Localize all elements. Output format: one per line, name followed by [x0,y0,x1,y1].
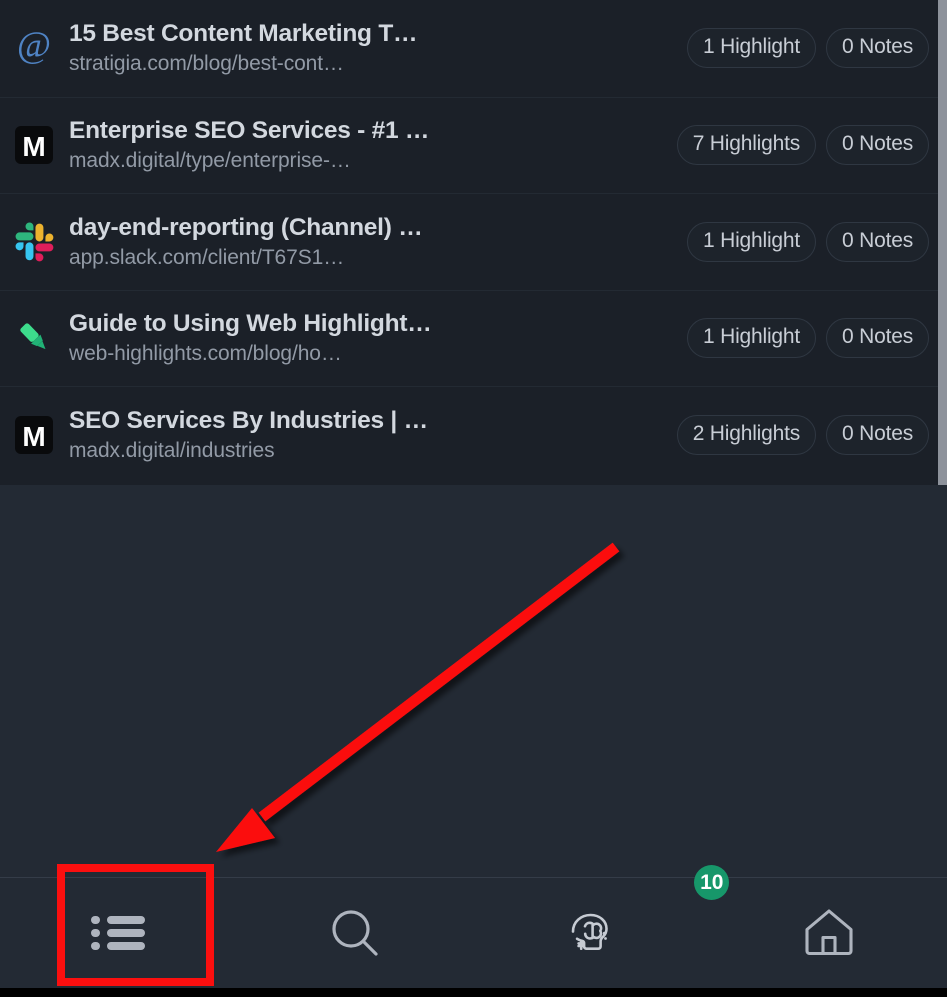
list-item-url: app.slack.com/client/T67S1… [69,245,345,269]
highlights-badge[interactable]: 1 Highlight [686,318,817,359]
search-tab[interactable] [237,878,474,989]
notes-badge[interactable]: 0 Notes [826,318,929,359]
highlights-badge[interactable]: 1 Highlight [686,221,817,262]
notes-badge[interactable]: 0 Notes [826,221,929,262]
app-root: @ 15 Best Content Marketing T… stratigia… [0,0,947,997]
slack-icon [10,218,58,266]
madx-m-icon: M [10,411,58,459]
list-item-title: SEO Services By Industries | … [69,406,428,434]
list-item-text-block: SEO Services By Industries | … madx.digi… [69,407,677,463]
list-item-badges: 1 Highlight 0 Notes [686,318,929,359]
highlights-badge[interactable]: 1 Highlight [686,28,817,69]
home-icon [800,905,858,961]
list-view-tab[interactable] [0,878,237,989]
madx-m-icon: M [10,121,58,169]
list-item-text-block: 15 Best Content Marketing T… stratigia.c… [69,20,687,76]
list-item-title: Enterprise SEO Services - #1 … [69,117,430,145]
list-item-url: web-highlights.com/blog/ho… [69,342,342,366]
list-item-title: day-end-reporting (Channel) … [69,213,423,241]
list-item[interactable]: M Enterprise SEO Services - #1 … madx.di… [0,96,947,193]
notes-badge[interactable]: 0 Notes [826,125,929,166]
brain-head-icon [564,905,620,961]
highlights-badge[interactable]: 7 Highlights [676,125,817,166]
bookmark-list[interactable]: @ 15 Best Content Marketing T… stratigia… [0,0,947,485]
home-tab[interactable] [710,878,947,989]
highlighter-marker-icon [10,314,58,362]
memory-tab[interactable]: 10 [474,864,730,989]
bottom-navigation-bar: 10 [0,864,947,989]
notes-badge[interactable]: 0 Notes [826,28,929,69]
list-item[interactable]: @ 15 Best Content Marketing T… stratigia… [0,0,947,97]
at-sign-icon: @ [10,24,58,72]
svg-text:M: M [22,421,45,452]
list-item-badges: 1 Highlight 0 Notes [686,28,929,69]
list-item-badges: 7 Highlights 0 Notes [676,125,929,166]
svg-text:@: @ [17,26,51,66]
list-item-text-block: Enterprise SEO Services - #1 … madx.digi… [69,117,677,173]
list-item-title: Guide to Using Web Highlight… [69,310,432,338]
content-area [0,485,947,877]
notes-badge[interactable]: 0 Notes [826,414,929,455]
list-item-url: stratigia.com/blog/best-cont… [69,52,344,76]
list-item[interactable]: day-end-reporting (Channel) … app.slack.… [0,193,947,290]
search-icon [326,904,384,962]
highlights-badge[interactable]: 2 Highlights [676,414,817,455]
list-item-badges: 1 Highlight 0 Notes [686,221,929,262]
list-item[interactable]: Guide to Using Web Highlight… web-highli… [0,289,947,386]
list-item-url: madx.digital/type/enterprise-… [69,149,351,173]
bottom-black-strip [0,988,947,997]
list-item-url: madx.digital/industries [69,438,275,462]
svg-text:M: M [22,131,45,162]
list-item-text-block: day-end-reporting (Channel) … app.slack.… [69,214,687,270]
list-item[interactable]: M SEO Services By Industries | … madx.di… [0,386,947,483]
list-item-text-block: Guide to Using Web Highlight… web-highli… [69,310,687,366]
list-item-badges: 2 Highlights 0 Notes [676,414,929,455]
list-item-title: 15 Best Content Marketing T… [69,20,418,48]
list-scrollbar[interactable] [938,0,947,485]
bulleted-list-icon [89,909,147,957]
